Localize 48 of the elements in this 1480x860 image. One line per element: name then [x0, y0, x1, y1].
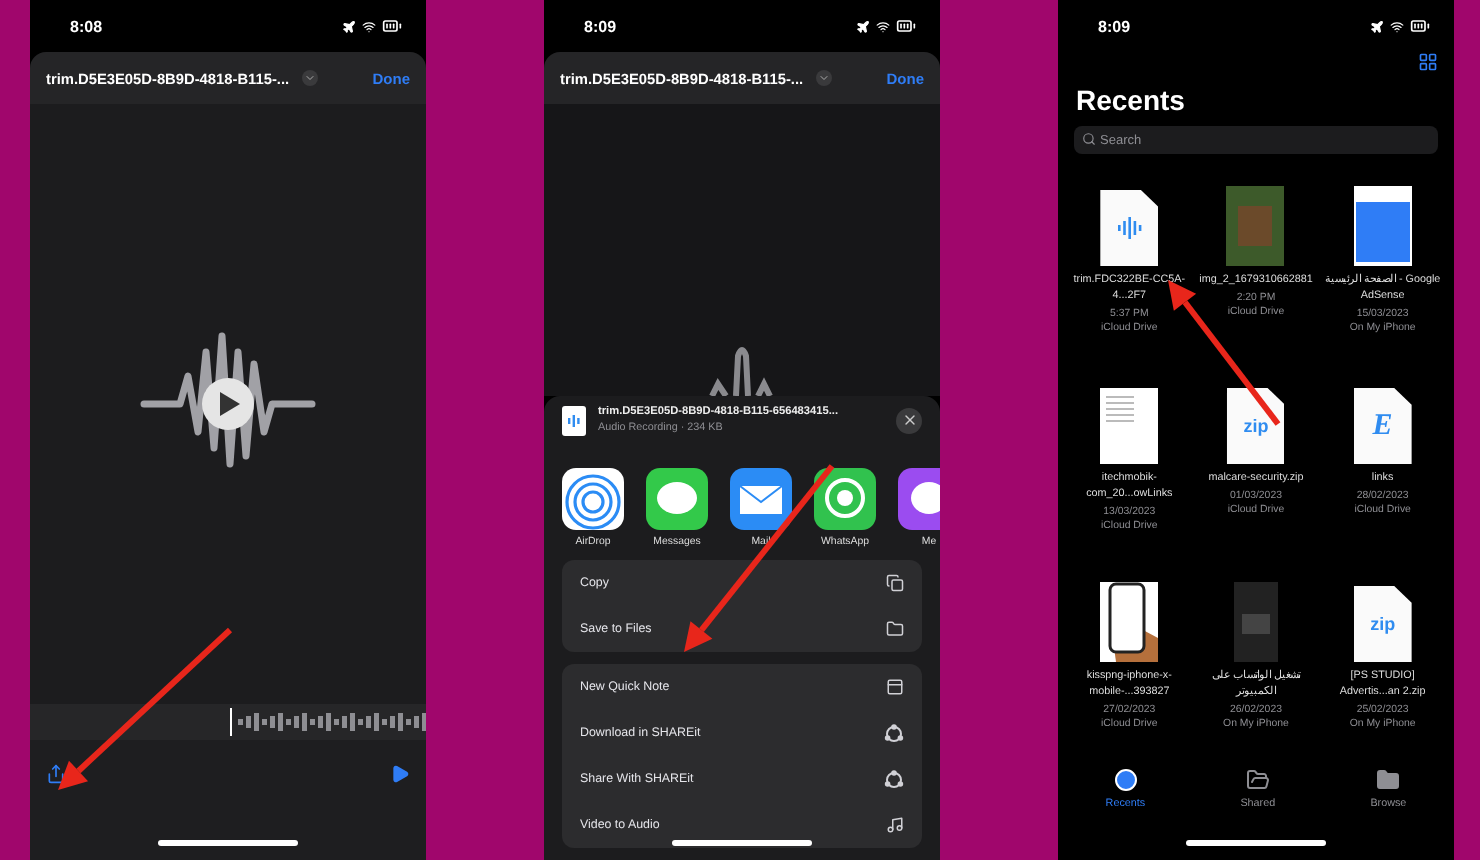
- screenshot-thumbnail: [1233, 582, 1278, 662]
- airplane-icon: [1370, 19, 1384, 33]
- audio-file-icon: [562, 405, 586, 435]
- wifi-icon: [876, 19, 890, 33]
- text-file-thumbnail: E: [1353, 388, 1412, 464]
- waveform-timeline-drawing[interactable]: [230, 708, 426, 736]
- grid-view-icon[interactable]: [1418, 52, 1438, 72]
- page-heading: Recents: [1076, 84, 1187, 116]
- home-indicator: [672, 840, 812, 846]
- music-note-icon: [886, 816, 904, 834]
- folder-icon: [1376, 768, 1401, 792]
- audio-file-thumbnail: [1100, 190, 1159, 266]
- folder-icon: [1245, 768, 1270, 792]
- zip-file-thumbnail: zip: [1226, 388, 1285, 464]
- battery-icon: [382, 16, 402, 36]
- battery-icon: [1410, 16, 1430, 36]
- chat-bubble-icon: [646, 468, 708, 530]
- close-button[interactable]: [896, 407, 922, 433]
- wifi-icon: [1390, 19, 1404, 33]
- folder-icon: [886, 620, 904, 638]
- document-thumbnail: [1100, 388, 1159, 464]
- chevron-icon[interactable]: [815, 70, 832, 86]
- home-indicator: [1186, 840, 1326, 846]
- status-time: 8:09: [584, 17, 617, 35]
- chat-bubble-icon: [814, 468, 876, 530]
- three-circles-icon: [884, 769, 904, 789]
- zip-file-thumbnail: zip: [1353, 586, 1412, 662]
- photo-placeholder: [1226, 186, 1285, 266]
- clock-icon: [1113, 768, 1138, 792]
- status-time: 8:08: [70, 17, 103, 35]
- battery-icon: [896, 16, 916, 36]
- wifi-icon: [362, 19, 376, 33]
- airplane-icon: [342, 19, 356, 33]
- screenshot-thumbnail: [1353, 186, 1412, 266]
- envelope-icon: [730, 468, 792, 530]
- rings-icon: [562, 468, 624, 530]
- chevron-icon[interactable]: [301, 70, 318, 86]
- phone-image-thumbnail: [1100, 582, 1159, 662]
- airplane-icon: [856, 19, 870, 33]
- status-time: 8:09: [1098, 17, 1131, 35]
- home-indicator: [158, 840, 298, 846]
- three-circles-icon: [884, 723, 904, 743]
- close-icon: [901, 412, 917, 428]
- share-icon[interactable]: [46, 764, 66, 784]
- play-icon[interactable]: [390, 764, 410, 784]
- copy-icon: [886, 574, 904, 592]
- note-icon: [886, 678, 904, 696]
- search-icon: [1082, 132, 1096, 146]
